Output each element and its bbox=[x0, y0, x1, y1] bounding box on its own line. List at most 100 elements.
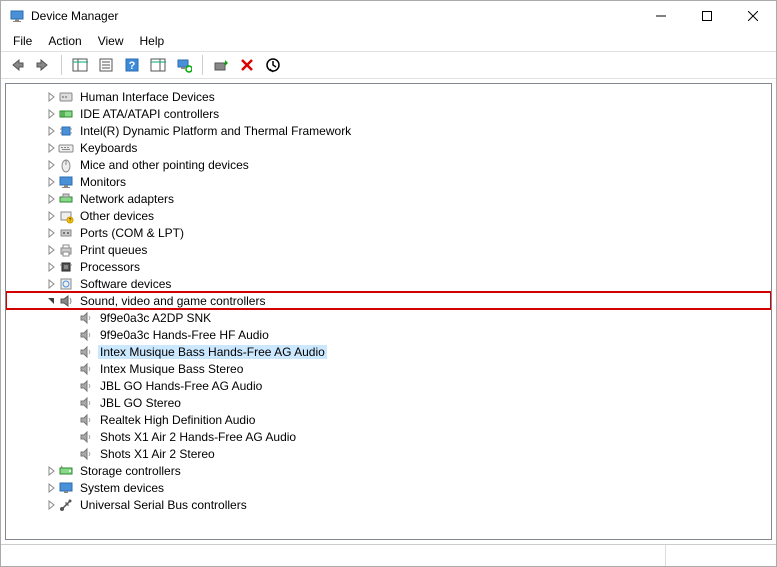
tree-item-label: 9f9e0a3c A2DP SNK bbox=[98, 311, 213, 325]
tree-item[interactable]: Intex Musique Bass Stereo bbox=[6, 360, 771, 377]
tree-item-label: IDE ATA/ATAPI controllers bbox=[78, 107, 221, 121]
expand-arrow-icon[interactable] bbox=[44, 260, 58, 274]
tree-item-label: JBL GO Stereo bbox=[98, 396, 183, 410]
speaker-icon bbox=[78, 378, 94, 394]
maximize-button[interactable] bbox=[684, 1, 730, 31]
hid-icon bbox=[58, 89, 74, 105]
help-button[interactable]: ? bbox=[120, 53, 144, 77]
expand-arrow-icon bbox=[64, 447, 78, 461]
back-button[interactable] bbox=[5, 53, 29, 77]
tree-item[interactable]: Monitors bbox=[6, 173, 771, 190]
expand-arrow-icon[interactable] bbox=[44, 277, 58, 291]
tree-item[interactable]: Realtek High Definition Audio bbox=[6, 411, 771, 428]
expand-arrow-icon[interactable] bbox=[44, 209, 58, 223]
svg-text:?: ? bbox=[69, 218, 72, 224]
tree-item-label: Ports (COM & LPT) bbox=[78, 226, 186, 240]
forward-button[interactable] bbox=[31, 53, 55, 77]
tree-item-label: Universal Serial Bus controllers bbox=[78, 498, 249, 512]
expand-arrow-icon[interactable] bbox=[44, 226, 58, 240]
expand-arrow-icon bbox=[64, 345, 78, 359]
collapse-arrow-icon[interactable] bbox=[44, 294, 58, 308]
tree-item[interactable]: Software devices bbox=[6, 275, 771, 292]
tree-item[interactable]: Universal Serial Bus controllers bbox=[6, 496, 771, 513]
properties-button[interactable] bbox=[94, 53, 118, 77]
menu-file[interactable]: File bbox=[5, 32, 40, 50]
disable-device-button[interactable] bbox=[261, 53, 285, 77]
tree-item-label: Mice and other pointing devices bbox=[78, 158, 251, 172]
tree-item[interactable]: Sound, video and game controllers bbox=[6, 292, 771, 309]
tree-item[interactable]: System devices bbox=[6, 479, 771, 496]
expand-arrow-icon[interactable] bbox=[44, 243, 58, 257]
update-driver-button[interactable] bbox=[209, 53, 233, 77]
tree-item-label: JBL GO Hands-Free AG Audio bbox=[98, 379, 264, 393]
toolbar-separator bbox=[61, 55, 62, 75]
tree-item-label: 9f9e0a3c Hands-Free HF Audio bbox=[98, 328, 271, 342]
show-hide-console-tree-button[interactable] bbox=[68, 53, 92, 77]
tree-item[interactable]: Mice and other pointing devices bbox=[6, 156, 771, 173]
speaker-icon bbox=[78, 327, 94, 343]
tree-item[interactable]: IDE ATA/ATAPI controllers bbox=[6, 105, 771, 122]
mouse-icon bbox=[58, 157, 74, 173]
ide-icon bbox=[58, 106, 74, 122]
device-tree[interactable]: Human Interface Devices IDE ATA/ATAPI con… bbox=[5, 83, 772, 540]
expand-arrow-icon[interactable] bbox=[44, 175, 58, 189]
port-icon bbox=[58, 225, 74, 241]
tree-item-label: Shots X1 Air 2 Stereo bbox=[98, 447, 217, 461]
app-icon bbox=[9, 8, 25, 24]
titlebar: Device Manager bbox=[1, 1, 776, 31]
expand-arrow-icon[interactable] bbox=[44, 498, 58, 512]
speaker-icon bbox=[78, 361, 94, 377]
usb-icon bbox=[58, 497, 74, 513]
tree-item[interactable]: Ports (COM & LPT) bbox=[6, 224, 771, 241]
expand-arrow-icon[interactable] bbox=[44, 124, 58, 138]
network-icon bbox=[58, 191, 74, 207]
tree-item[interactable]: Print queues bbox=[6, 241, 771, 258]
printer-icon bbox=[58, 242, 74, 258]
svg-text:?: ? bbox=[129, 60, 136, 72]
tree-item[interactable]: Intex Musique Bass Hands-Free AG Audio bbox=[6, 343, 771, 360]
tree-item[interactable]: Network adapters bbox=[6, 190, 771, 207]
chip-icon bbox=[58, 123, 74, 139]
tree-item[interactable]: JBL GO Stereo bbox=[6, 394, 771, 411]
expand-arrow-icon[interactable] bbox=[44, 464, 58, 478]
close-button[interactable] bbox=[730, 1, 776, 31]
uninstall-device-button[interactable] bbox=[235, 53, 259, 77]
toolbar: ? bbox=[1, 51, 776, 79]
tree-item-label: Other devices bbox=[78, 209, 156, 223]
tree-item-label: Keyboards bbox=[78, 141, 139, 155]
tree-item[interactable]: Processors bbox=[6, 258, 771, 275]
expand-arrow-icon[interactable] bbox=[44, 90, 58, 104]
expand-arrow-icon[interactable] bbox=[44, 141, 58, 155]
window-title: Device Manager bbox=[31, 9, 638, 23]
other-icon: ? bbox=[58, 208, 74, 224]
minimize-button[interactable] bbox=[638, 1, 684, 31]
tree-item[interactable]: Shots X1 Air 2 Stereo bbox=[6, 445, 771, 462]
expand-arrow-icon[interactable] bbox=[44, 158, 58, 172]
expand-arrow-icon[interactable] bbox=[44, 481, 58, 495]
menubar: File Action View Help bbox=[1, 31, 776, 51]
toolbar-separator bbox=[202, 55, 203, 75]
speaker-icon bbox=[78, 310, 94, 326]
tree-item[interactable]: 9f9e0a3c A2DP SNK bbox=[6, 309, 771, 326]
tree-item[interactable]: Shots X1 Air 2 Hands-Free AG Audio bbox=[6, 428, 771, 445]
expand-arrow-icon[interactable] bbox=[44, 192, 58, 206]
action-pane-button[interactable] bbox=[146, 53, 170, 77]
tree-item[interactable]: Storage controllers bbox=[6, 462, 771, 479]
expand-arrow-icon bbox=[64, 413, 78, 427]
tree-item[interactable]: Intel(R) Dynamic Platform and Thermal Fr… bbox=[6, 122, 771, 139]
tree-item[interactable]: JBL GO Hands-Free AG Audio bbox=[6, 377, 771, 394]
speaker-icon bbox=[78, 395, 94, 411]
menu-view[interactable]: View bbox=[90, 32, 132, 50]
expand-arrow-icon bbox=[64, 430, 78, 444]
expand-arrow-icon[interactable] bbox=[44, 107, 58, 121]
menu-help[interactable]: Help bbox=[132, 32, 173, 50]
scan-hardware-button[interactable] bbox=[172, 53, 196, 77]
tree-item[interactable]: 9f9e0a3c Hands-Free HF Audio bbox=[6, 326, 771, 343]
tree-item[interactable]: Human Interface Devices bbox=[6, 88, 771, 105]
monitor-icon bbox=[58, 174, 74, 190]
tree-item[interactable]: ? Other devices bbox=[6, 207, 771, 224]
tree-item-label: System devices bbox=[78, 481, 166, 495]
menu-action[interactable]: Action bbox=[40, 32, 89, 50]
tree-item-label: Processors bbox=[78, 260, 142, 274]
tree-item[interactable]: Keyboards bbox=[6, 139, 771, 156]
